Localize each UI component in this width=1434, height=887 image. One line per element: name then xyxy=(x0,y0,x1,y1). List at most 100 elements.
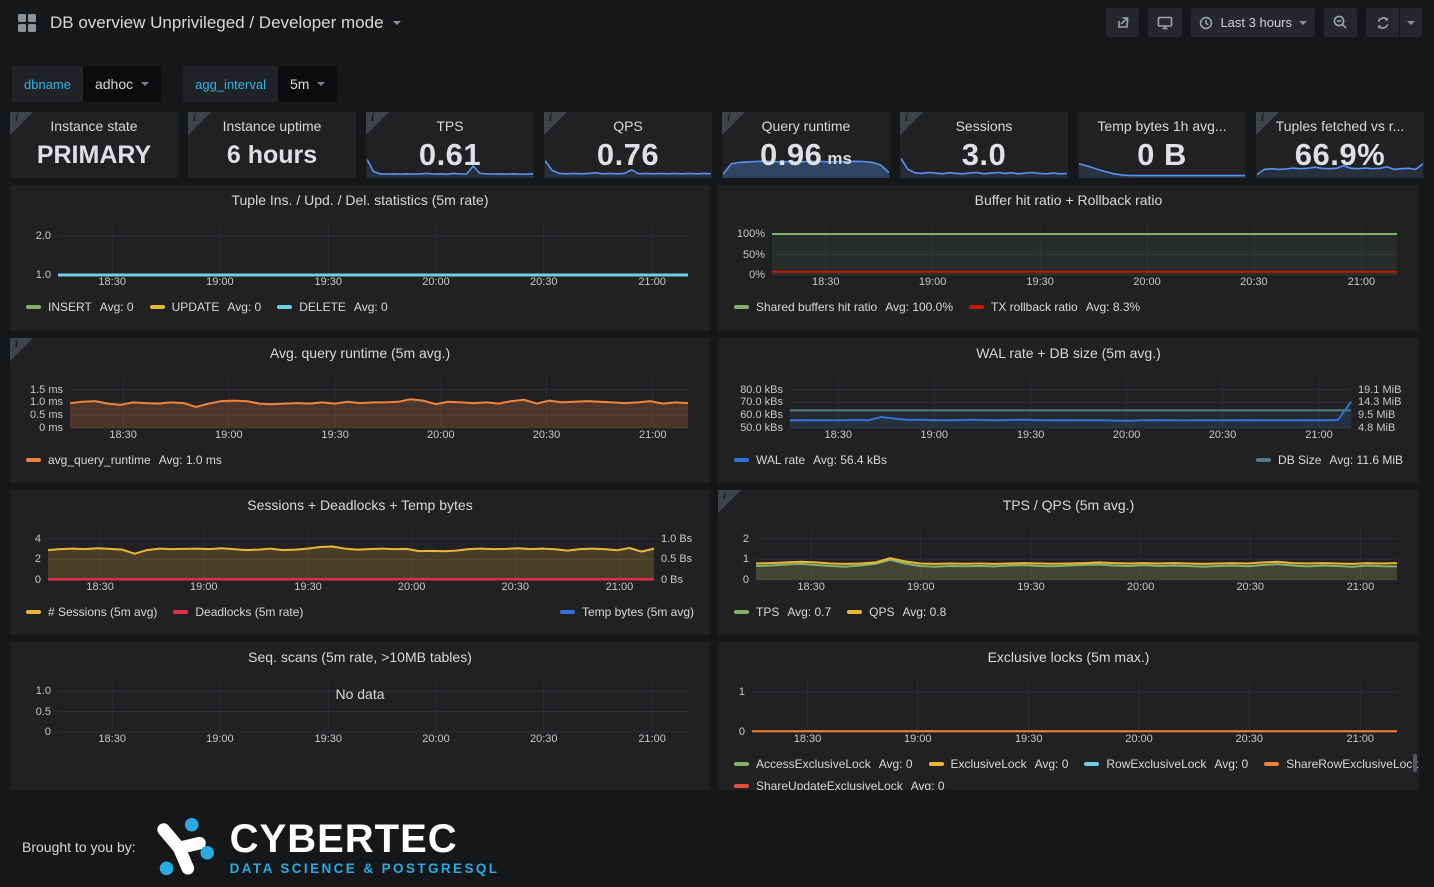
legend-item[interactable]: DELETEAvg: 0 xyxy=(277,300,388,314)
panel-title[interactable]: Sessions + Deadlocks + Temp bytes xyxy=(10,490,710,520)
legend-series-label: RowExclusiveLock xyxy=(1106,757,1206,771)
legend-right-group: Temp bytes (5m avg) xyxy=(544,605,694,619)
stat-title: TPS xyxy=(436,118,463,134)
panel-title[interactable]: WAL rate + DB size (5m avg.) xyxy=(718,338,1419,368)
chevron-down-icon xyxy=(1299,21,1307,25)
legend-item[interactable]: ShareRowExclusiveLockAvg: 0 xyxy=(1264,757,1419,771)
legend-series-color-icon xyxy=(929,762,944,766)
x-axis-tick-label: 20:00 xyxy=(419,429,463,441)
legend-item[interactable]: Shared buffers hit ratioAvg: 100.0% xyxy=(734,300,953,314)
panel-title[interactable]: Buffer hit ratio + Rollback ratio xyxy=(718,185,1419,215)
x-axis-tick-label: 19:00 xyxy=(207,429,251,441)
legend-item[interactable]: TPS Avg: 0.7 xyxy=(734,605,831,619)
panel-info-icon[interactable]: i xyxy=(722,112,745,135)
chevron-down-icon xyxy=(393,21,401,25)
panel-info-icon[interactable]: i xyxy=(10,112,33,135)
legend-item[interactable]: INSERTAvg: 0 xyxy=(26,300,134,314)
dashboard-title-dropdown[interactable]: DB overview Unprivileged / Developer mod… xyxy=(50,13,401,33)
stat-temp-bytes[interactable]: Temp bytes 1h avg... 0 B xyxy=(1078,112,1246,178)
legend-series-label: WAL rate xyxy=(756,453,805,467)
legend-series-label: TPS xyxy=(756,605,779,619)
panel-legend xyxy=(10,750,710,753)
panel-title[interactable]: Avg. query runtime (5m avg.) xyxy=(10,338,710,368)
panel-chart: 1.00.5018:3019:0019:3020:0020:3021:00No … xyxy=(18,672,702,750)
x-axis-tick-label: 21:00 xyxy=(1338,733,1382,745)
legend-item[interactable]: DB SizeAvg: 11.6 MiB xyxy=(1256,453,1403,467)
legend-item[interactable]: QPSAvg: 0.8 xyxy=(847,605,946,619)
panel-title[interactable]: Exclusive locks (5m max.) xyxy=(718,642,1419,672)
x-axis-tick-label: 20:30 xyxy=(522,733,566,745)
legend-item[interactable]: avg_query_runtimeAvg: 1.0 ms xyxy=(26,453,222,467)
y-axis-tick-label: 50% xyxy=(726,248,765,262)
stat-tps[interactable]: i TPS 0.61 xyxy=(366,112,534,178)
stat-instance-state[interactable]: i Instance state PRIMARY xyxy=(10,112,178,178)
refresh-button[interactable] xyxy=(1366,8,1399,37)
x-axis-tick-label: 19:00 xyxy=(198,276,242,288)
share-button[interactable] xyxy=(1106,8,1139,37)
legend-series-color-icon xyxy=(734,610,749,614)
legend-series-color-icon xyxy=(26,610,41,614)
legend-avg-value: Avg: 0.7 xyxy=(787,605,831,619)
panel-info-icon[interactable]: i xyxy=(366,112,389,135)
legend-series-color-icon xyxy=(26,458,41,462)
panel-title[interactable]: Tuple Ins. / Upd. / Del. statistics (5m … xyxy=(10,185,710,215)
x-axis-tick-label: 19:00 xyxy=(899,581,943,593)
legend-item[interactable]: # Sessions (5m avg) xyxy=(26,605,157,619)
legend-item[interactable]: TX rollback ratioAvg: 8.3% xyxy=(969,300,1140,314)
variable-agg-interval-value: 5m xyxy=(290,76,309,92)
panel-legend: WAL rateAvg: 56.4 kBs DB SizeAvg: 11.6 Mi… xyxy=(718,446,1419,471)
panel-seq-scans: Seq. scans (5m rate, >10MB tables) 1.00.… xyxy=(10,642,710,790)
legend-item[interactable]: WAL rateAvg: 56.4 kBs xyxy=(734,453,887,467)
x-axis-tick-label: 19:00 xyxy=(912,429,956,441)
legend-item[interactable]: ShareUpdateExclusiveLockAvg: 0 xyxy=(734,779,945,790)
stat-tuples-fetched[interactable]: i Tuples fetched vs r... 66.9% xyxy=(1256,112,1424,178)
legend-series-color-icon xyxy=(277,305,292,309)
legend-series-color-icon xyxy=(734,784,749,788)
variable-dbname-select[interactable]: adhoc xyxy=(83,66,161,102)
zoom-out-button[interactable] xyxy=(1324,8,1357,37)
legend-item[interactable]: UPDATEAvg: 0 xyxy=(150,300,262,314)
y-axis-tick-label: 0 xyxy=(18,725,51,739)
top-navbar: DB overview Unprivileged / Developer mod… xyxy=(0,0,1434,45)
stat-qps[interactable]: i QPS 0.76 xyxy=(544,112,712,178)
legend-scrollbar[interactable] xyxy=(1413,754,1417,772)
refresh-interval-dropdown[interactable] xyxy=(1400,8,1422,37)
stat-instance-uptime[interactable]: i Instance uptime 6 hours xyxy=(188,112,356,178)
x-axis-tick-label: 20:00 xyxy=(1125,276,1169,288)
legend-series-color-icon xyxy=(734,762,749,766)
legend-series-label: Deadlocks (5m rate) xyxy=(195,605,303,619)
tv-mode-button[interactable] xyxy=(1148,8,1182,37)
stat-query-runtime[interactable]: i Query runtime 0.96 ms xyxy=(722,112,890,178)
legend-item[interactable]: RowExclusiveLockAvg: 0 xyxy=(1084,757,1248,771)
stat-sessions[interactable]: i Sessions 3.0 xyxy=(900,112,1068,178)
panel-legend: TPS Avg: 0.7 QPSAvg: 0.8 xyxy=(718,598,1419,623)
x-axis-tick-label: 20:30 xyxy=(1228,581,1272,593)
legend-item[interactable]: Deadlocks (5m rate) xyxy=(173,605,303,619)
series-area xyxy=(756,558,1397,580)
panel-title[interactable]: Seq. scans (5m rate, >10MB tables) xyxy=(10,642,710,672)
legend-series-color-icon xyxy=(1084,762,1099,766)
y-axis-tick-label: 0 xyxy=(18,573,41,587)
legend-avg-value: Avg: 11.6 MiB xyxy=(1329,453,1403,467)
legend-item[interactable]: Temp bytes (5m avg) xyxy=(560,605,694,619)
dashboards-grid-icon[interactable] xyxy=(12,8,42,38)
panel-info-icon[interactable]: i xyxy=(900,112,923,135)
stat-title: Query runtime xyxy=(762,118,851,134)
variable-agg-interval-select[interactable]: 5m xyxy=(278,66,337,102)
x-axis-tick-label: 18:30 xyxy=(101,429,145,441)
time-range-picker[interactable]: Last 3 hours xyxy=(1191,8,1315,37)
y-axis-tick-label: 0.5 xyxy=(18,705,51,719)
legend-avg-value: Avg: 0 xyxy=(100,300,134,314)
panel-info-icon[interactable]: i xyxy=(544,112,567,135)
legend-series-label: Shared buffers hit ratio xyxy=(756,300,877,314)
legend-avg-value: Avg: 0 xyxy=(354,300,388,314)
brand-tagline: DATA SCIENCE & POSTGRESQL xyxy=(230,862,500,876)
legend-item[interactable]: AccessExclusiveLockAvg: 0 xyxy=(734,757,913,771)
panel-avg-query-runtime: i Avg. query runtime (5m avg.) 1.5 ms1.0… xyxy=(10,338,710,483)
no-data-message: No data xyxy=(18,686,702,702)
legend-item[interactable]: ExclusiveLockAvg: 0 xyxy=(929,757,1069,771)
panel-info-icon[interactable]: i xyxy=(188,112,211,135)
x-axis-tick-label: 19:00 xyxy=(896,733,940,745)
right-axis-tick-label: 4.8 MiB xyxy=(1358,421,1395,435)
panel-title[interactable]: TPS / QPS (5m avg.) xyxy=(718,490,1419,520)
